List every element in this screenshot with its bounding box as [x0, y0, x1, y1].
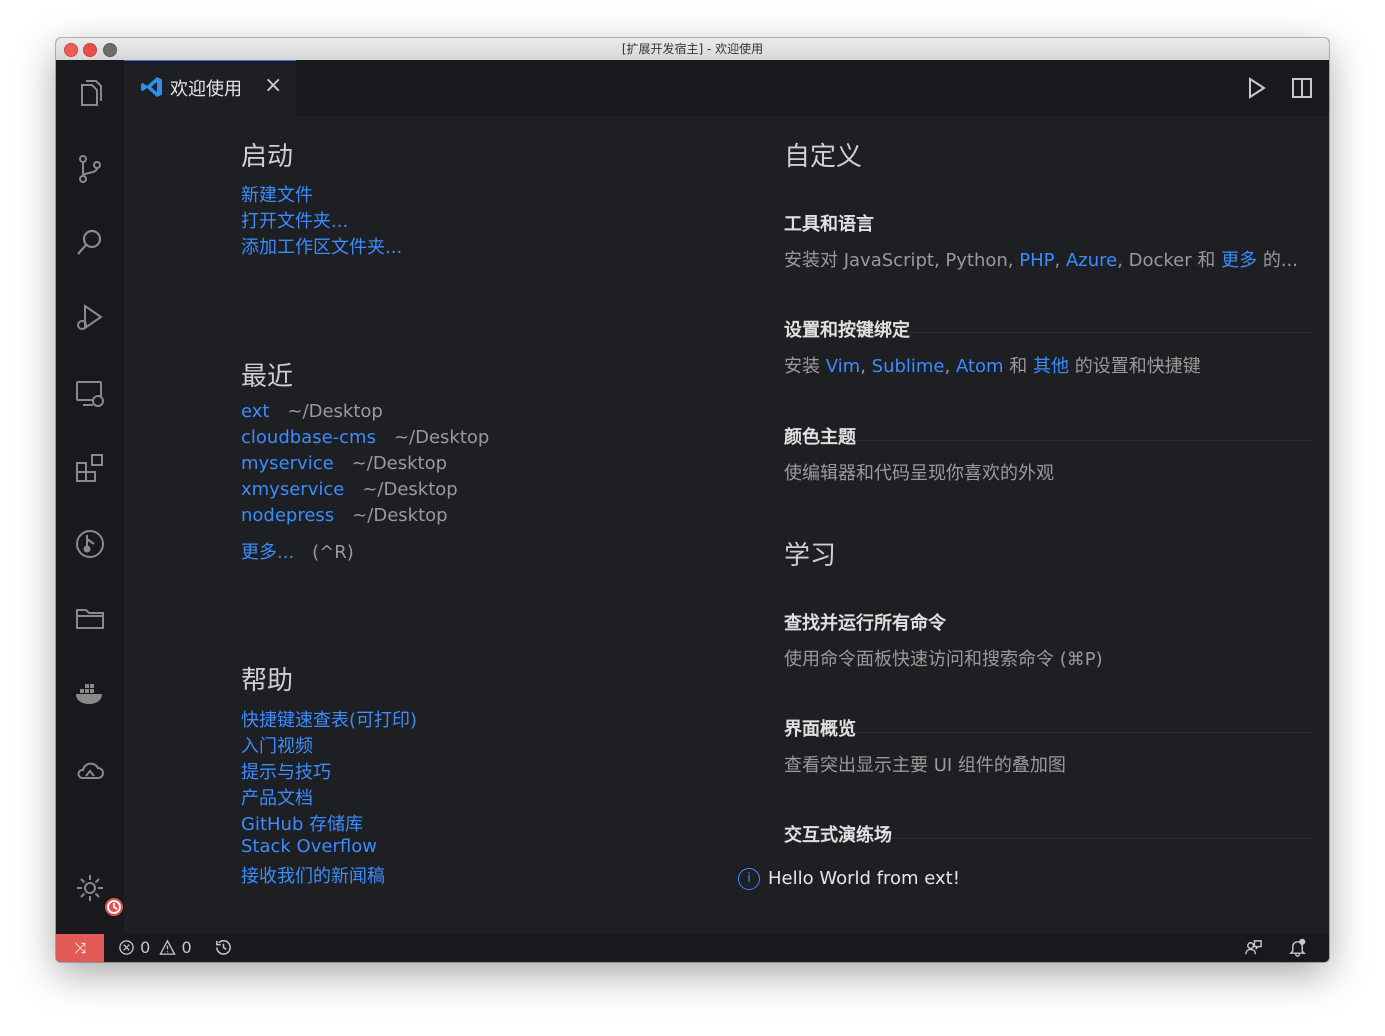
atom-link[interactable]: Atom [956, 356, 1004, 377]
recent-item-name[interactable]: nodepress [241, 505, 334, 526]
warning-icon [159, 939, 177, 955]
card-title: 交互式演练场 [784, 825, 892, 846]
vscode-window: [扩展开发宿主] - 欢迎使用 欢迎使用 × 启动 新建文件 打开文件夹... … [56, 38, 1329, 962]
tab-close-icon[interactable]: × [264, 73, 282, 98]
recent-item-name[interactable]: myservice [241, 453, 334, 474]
add-workspace-folder-link[interactable]: 添加工作区文件夹... [241, 233, 402, 259]
notification[interactable]: i Hello World from ext! [738, 868, 960, 890]
recent-item-name[interactable]: xmyservice [241, 479, 344, 500]
close-window-button[interactable] [64, 43, 78, 57]
warning-count: 0 [181, 938, 192, 957]
card-description: 查看突出显示主要 UI 组件的叠加图 [784, 755, 1066, 776]
stack-overflow-link[interactable]: Stack Overflow [241, 836, 377, 857]
interactive-playground-card[interactable]: 交互式演练场 [784, 821, 1314, 847]
customize-heading: 自定义 [784, 142, 863, 172]
search-icon[interactable] [70, 223, 110, 263]
github-repo-link[interactable]: GitHub 存储库 [241, 810, 363, 836]
azure-link[interactable]: Azure [1066, 250, 1117, 271]
card-description: 安装 Vim, Sublime, Atom 和 其他 的设置和快捷键 [784, 356, 1201, 377]
docker-icon[interactable] [70, 674, 110, 714]
recent-more-shortcut: (^R) [312, 542, 354, 563]
open-folder-link[interactable]: 打开文件夹... [241, 207, 348, 233]
zoom-window-button[interactable] [103, 43, 117, 57]
interface-overview-card[interactable]: 界面概览 查看突出显示主要 UI 组件的叠加图 [784, 715, 1314, 777]
card-title: 颜色主题 [784, 427, 856, 448]
recent-item[interactable]: myservice ~/Desktop [241, 453, 447, 474]
recent-more-link[interactable]: 更多... [241, 542, 294, 563]
recent-item[interactable]: ext ~/Desktop [241, 401, 383, 422]
recent-more-row: 更多... (^R) [241, 538, 354, 564]
error-icon [119, 940, 134, 955]
more-tools-link[interactable]: 更多 [1221, 250, 1257, 271]
source-control-icon[interactable] [70, 149, 110, 189]
recent-item-path: ~/Desktop [287, 401, 383, 422]
minimize-window-button[interactable] [83, 43, 97, 57]
folder-icon[interactable] [70, 598, 110, 638]
tips-tricks-link[interactable]: 提示与技巧 [241, 758, 331, 784]
gitlens-icon[interactable] [70, 524, 110, 564]
tab-label: 欢迎使用 [170, 79, 242, 100]
php-link[interactable]: PHP [1019, 250, 1054, 271]
keyboard-cheatsheet-link[interactable]: 快捷键速查表(可打印) [241, 706, 417, 732]
cloud-icon[interactable] [70, 750, 110, 790]
recent-heading: 最近 [241, 362, 294, 392]
card-description: 使用命令面板快速访问和搜索命令 (⌘P) [784, 649, 1103, 670]
title-bar: [扩展开发宿主] - 欢迎使用 [56, 38, 1329, 61]
card-title: 设置和按键绑定 [784, 320, 910, 341]
notification-text: Hello World from ext! [768, 868, 960, 889]
error-count: 0 [140, 938, 151, 957]
card-title: 界面概览 [784, 719, 856, 740]
split-editor-icon[interactable] [1288, 74, 1316, 102]
explorer-icon[interactable] [70, 74, 110, 114]
card-description: 使编辑器和代码呈现你喜欢的外观 [784, 463, 1054, 484]
remote-indicator-icon[interactable]: ⤨ [56, 934, 104, 962]
other-keymaps-link[interactable]: 其他 [1033, 356, 1069, 377]
learn-heading: 学习 [784, 541, 837, 571]
problems-indicator[interactable]: 0 0 [118, 934, 192, 962]
newsletter-link[interactable]: 接收我们的新闻稿 [241, 862, 385, 888]
color-theme-card[interactable]: 颜色主题 使编辑器和代码呈现你喜欢的外观 [784, 423, 1314, 485]
start-heading: 启动 [241, 142, 294, 172]
activity-bar [56, 60, 125, 934]
card-description: 安装对 JavaScript, Python, PHP, Azure, Dock… [784, 250, 1298, 271]
card-title: 工具和语言 [784, 214, 874, 235]
recent-item-path: ~/Desktop [362, 479, 458, 500]
card-title: 查找并运行所有命令 [784, 613, 946, 634]
feedback-icon[interactable] [1244, 934, 1263, 962]
recent-item-path: ~/Desktop [352, 505, 448, 526]
settings-gear-icon[interactable] [70, 868, 125, 918]
extensions-icon[interactable] [70, 448, 110, 488]
product-docs-link[interactable]: 产品文档 [241, 784, 313, 810]
recent-item[interactable]: nodepress ~/Desktop [241, 505, 448, 526]
run-icon[interactable] [1242, 74, 1270, 102]
help-heading: 帮助 [241, 666, 294, 696]
run-debug-icon[interactable] [70, 298, 110, 338]
remote-explorer-icon[interactable] [70, 374, 110, 414]
tools-languages-card[interactable]: 工具和语言 安装对 JavaScript, Python, PHP, Azure… [784, 210, 1314, 272]
vscode-logo-icon [141, 77, 162, 97]
window-title: [扩展开发宿主] - 欢迎使用 [621, 42, 764, 56]
recent-item-path: ~/Desktop [351, 453, 448, 474]
notifications-bell-icon[interactable] [1288, 934, 1307, 962]
vim-link[interactable]: Vim [826, 356, 860, 377]
timeline-history-icon[interactable] [214, 934, 233, 962]
find-commands-card[interactable]: 查找并运行所有命令 使用命令面板快速访问和搜索命令 (⌘P) [784, 609, 1314, 671]
recent-item-name[interactable]: cloudbase-cms [241, 427, 376, 448]
settings-keybindings-card[interactable]: 设置和按键绑定 安装 Vim, Sublime, Atom 和 其他 的设置和快… [784, 316, 1314, 378]
tab-bar: 欢迎使用 × [124, 60, 1329, 116]
recent-item[interactable]: cloudbase-cms ~/Desktop [241, 427, 489, 448]
recent-item[interactable]: xmyservice ~/Desktop [241, 479, 458, 500]
editor-area: 欢迎使用 × 启动 新建文件 打开文件夹... 添加工作区文件夹... 最近 e… [124, 60, 1329, 934]
recent-item-name[interactable]: ext [241, 401, 269, 422]
intro-videos-link[interactable]: 入门视频 [241, 732, 313, 758]
status-bar: ⤨ 0 0 [56, 934, 1329, 962]
tab-welcome[interactable]: 欢迎使用 × [124, 60, 296, 116]
new-file-link[interactable]: 新建文件 [241, 181, 313, 207]
update-clock-icon [103, 896, 125, 918]
recent-item-path: ~/Desktop [393, 427, 490, 448]
sublime-link[interactable]: Sublime [872, 356, 945, 377]
info-icon: i [738, 868, 760, 890]
